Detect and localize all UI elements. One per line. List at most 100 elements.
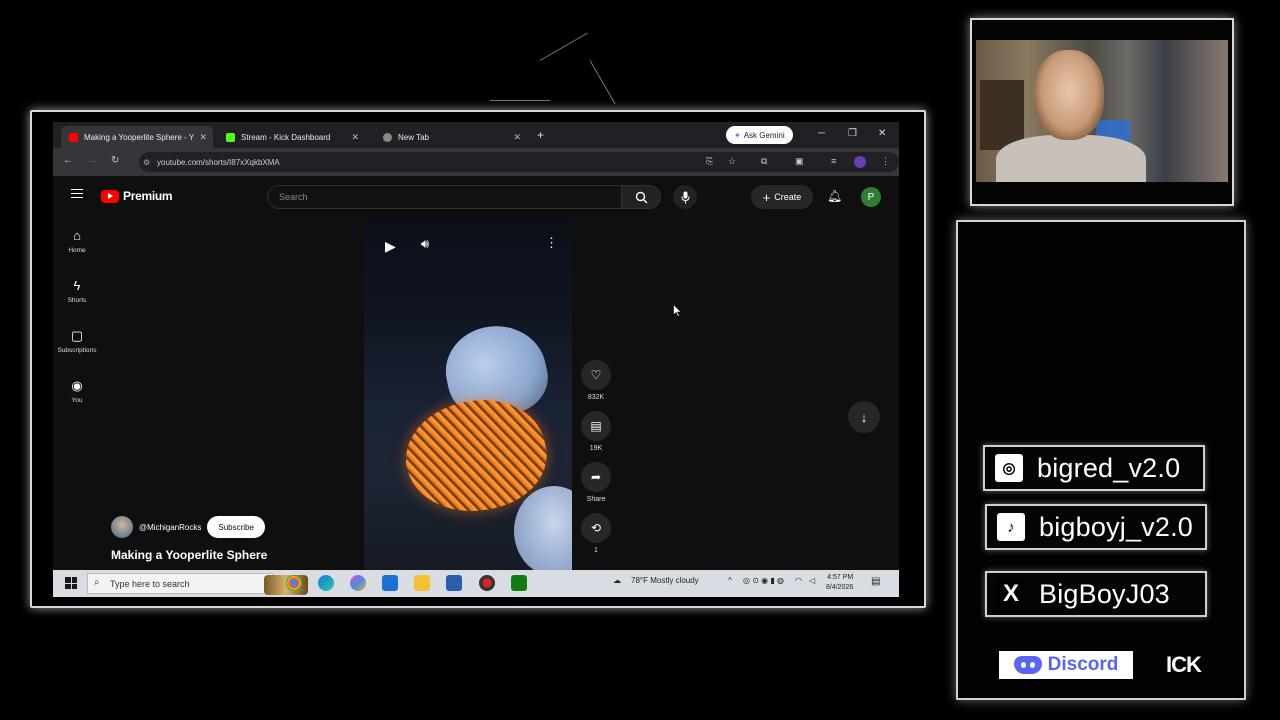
back-icon[interactable]: ←: [63, 155, 73, 166]
address-bar-row: ← → ↻ youtube.com/shorts/I87xXqkbXMA ⚙ ⎘…: [53, 148, 899, 176]
tiktok-icon: ♪: [997, 513, 1025, 541]
windows-start-icon[interactable]: [65, 577, 77, 589]
like-button[interactable]: ♡ 832K: [580, 360, 612, 401]
subscribe-button[interactable]: Subscribe: [207, 516, 265, 538]
close-window-icon[interactable]: ✕: [878, 128, 886, 139]
weather-icon[interactable]: ☁: [613, 576, 621, 585]
edge-taskbar-icon[interactable]: [318, 575, 334, 591]
youtube-logo[interactable]: Premium: [101, 189, 173, 203]
copilot-taskbar-icon[interactable]: [350, 575, 366, 591]
discord-badge: Discord: [999, 651, 1133, 679]
forward-icon[interactable]: →: [87, 155, 97, 166]
restore-icon[interactable]: ❐: [848, 128, 857, 139]
mouse-cursor-icon: [673, 304, 682, 317]
chrome-taskbar-icon[interactable]: [286, 575, 302, 591]
kick-logo: ICK: [1166, 652, 1202, 677]
account-avatar[interactable]: P: [861, 187, 881, 207]
tab-title: Stream - Kick Dashboard: [241, 132, 331, 142]
next-video-button[interactable]: ↓: [848, 401, 880, 433]
notification-center-icon[interactable]: ▤: [871, 576, 880, 587]
gemini-icon: ✦: [734, 130, 741, 140]
instagram-icon: ◎: [995, 454, 1023, 482]
comment-button[interactable]: ▤ 19K: [580, 411, 612, 452]
voice-search-button[interactable]: [673, 185, 697, 209]
shorts-icon: ϟ: [73, 278, 81, 293]
menu-icon[interactable]: [71, 189, 83, 198]
tab-kick-dashboard[interactable]: Stream - Kick Dashboard ✕: [218, 126, 365, 148]
you-icon: ◉: [71, 378, 83, 393]
plus-icon: +: [762, 189, 771, 205]
channel-handle[interactable]: @MichiganRocks: [139, 523, 201, 532]
social-instagram: ◎ bigred_v2.0: [983, 445, 1205, 491]
weather-text[interactable]: 78°F Mostly cloudy: [631, 576, 699, 585]
social-x: X BigBoyJ03: [985, 571, 1207, 617]
search-input[interactable]: Search: [267, 185, 622, 209]
profile-icon[interactable]: [854, 156, 866, 168]
channel-avatar[interactable]: [111, 516, 133, 538]
nav-item-home[interactable]: ⌂ Home: [53, 228, 101, 254]
url-field[interactable]: youtube.com/shorts/I87xXqkbXMA: [139, 152, 899, 172]
xbox-taskbar-icon[interactable]: [511, 575, 527, 591]
more-options-icon[interactable]: ⋮: [545, 235, 558, 251]
system-clock[interactable]: 4:57 PM 8/4/2026: [826, 573, 853, 593]
discord-icon: [1013, 656, 1042, 674]
x-icon: X: [997, 580, 1025, 608]
create-button[interactable]: + Create: [751, 185, 813, 209]
tray-chevron-icon[interactable]: ^: [728, 576, 732, 585]
chrome-favicon-icon: [383, 132, 392, 142]
tab-close-icon[interactable]: ✕: [513, 132, 521, 143]
install-app-icon[interactable]: ⎘: [706, 156, 713, 167]
notifications-bell-icon[interactable]: 🔔︎: [827, 189, 842, 203]
comment-icon: ▤: [581, 411, 611, 441]
extensions-icon[interactable]: ⧉: [761, 156, 767, 167]
search-icon: [635, 191, 647, 203]
share-button[interactable]: ➦ Share: [580, 462, 612, 503]
obs-taskbar-icon[interactable]: [479, 575, 495, 591]
search-icon: ⌕: [94, 577, 100, 588]
tab-title: Making a Yooperlite Sphere - Y: [84, 132, 195, 142]
media-icon[interactable]: ≡: [831, 156, 836, 166]
like-icon: ♡: [581, 360, 611, 390]
browser-window: Making a Yooperlite Sphere - Y ✕ Stream …: [53, 122, 899, 570]
taskbar-search-input[interactable]: ⌕ Type here to search: [87, 573, 308, 595]
microphone-icon: [681, 191, 689, 203]
nav-item-subscriptions[interactable]: ▢ Subscriptions: [53, 328, 101, 354]
remix-icon: ⟲: [581, 513, 611, 543]
wifi-icon[interactable]: ◠: [795, 576, 802, 585]
tray-app-icons[interactable]: ◎ ⊙ ◉ ▮ ◍: [743, 576, 784, 585]
ask-gemini-button[interactable]: ✦ Ask Gemini: [726, 126, 793, 144]
subscriptions-icon: ▢: [70, 328, 84, 343]
channel-row: @MichiganRocks Subscribe: [111, 516, 265, 538]
browser-menu-icon[interactable]: ⋮: [881, 156, 890, 167]
search-button[interactable]: [621, 185, 661, 209]
tab-close-icon[interactable]: ✕: [351, 132, 359, 143]
file-explorer-taskbar-icon[interactable]: [414, 575, 430, 591]
store-taskbar-icon[interactable]: [446, 575, 462, 591]
minimize-icon[interactable]: ─: [818, 128, 825, 139]
tab-close-icon[interactable]: ✕: [199, 132, 207, 143]
play-icon[interactable]: ▶: [385, 238, 396, 255]
reload-icon[interactable]: ↻: [111, 155, 119, 166]
mail-taskbar-icon[interactable]: [382, 575, 398, 591]
tab-youtube[interactable]: Making a Yooperlite Sphere - Y ✕: [61, 126, 213, 148]
new-tab-button[interactable]: +: [537, 128, 544, 142]
webcam-feed: [976, 40, 1228, 182]
home-icon: ⌂: [73, 228, 81, 243]
tab-bar: Making a Yooperlite Sphere - Y ✕ Stream …: [53, 122, 899, 148]
youtube-play-logo-icon: [101, 189, 119, 203]
tab-new-tab[interactable]: New Tab ✕: [375, 126, 527, 148]
kick-favicon-icon: [226, 132, 235, 142]
side-panel-icon[interactable]: ▣: [795, 156, 804, 167]
site-info-icon[interactable]: ⚙: [143, 158, 150, 167]
bookmark-star-icon[interactable]: ☆: [728, 156, 736, 167]
arrow-down-icon: ↓: [860, 409, 868, 425]
speaker-icon[interactable]: ◁: [809, 576, 815, 585]
volume-icon[interactable]: 🔊︎: [421, 236, 429, 252]
youtube-favicon-icon: [69, 132, 78, 142]
nav-item-you[interactable]: ◉ You: [53, 378, 101, 404]
social-tiktok: ♪ bigboyj_v2.0: [985, 504, 1207, 550]
nav-item-shorts[interactable]: ϟ Shorts: [53, 278, 101, 304]
remix-button[interactable]: ⟲ 1: [580, 513, 612, 554]
windows-taskbar: ⌕ Type here to search ☁ 78°F Mostly clou…: [53, 570, 899, 597]
shorts-video-player[interactable]: [364, 216, 572, 570]
